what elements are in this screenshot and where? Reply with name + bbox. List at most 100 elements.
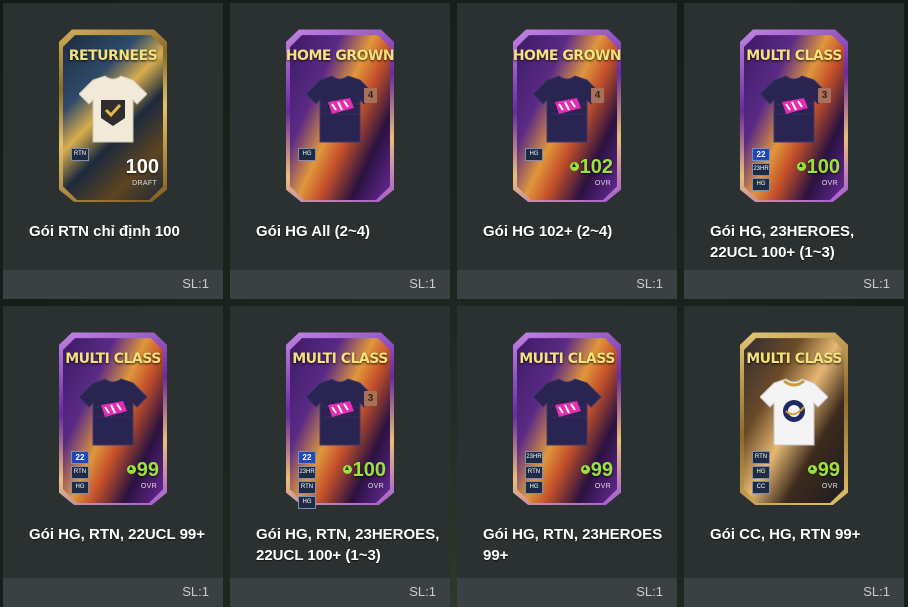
card-rating-sub: OVR [594, 483, 611, 490]
card-class-label: MULTI CLASS [746, 351, 842, 367]
card-tag: HG [71, 481, 89, 494]
card-shirt [759, 377, 829, 447]
pack-quantity: SL:1 [636, 276, 663, 291]
card-rating: 100 [796, 156, 840, 179]
pack-footer: SL:1 [230, 270, 450, 299]
pack-card[interactable]: MULTI CLASS 3 22 23HR HG 100 OVR [738, 26, 850, 202]
shirt-icon [78, 75, 148, 143]
pack-tile[interactable]: MULTI CLASS 3 22 23HR RTN HG 100 OVR Gói HG… [230, 306, 450, 607]
card-shirt [532, 377, 602, 447]
card-tags: RTN [71, 148, 91, 163]
card-shirt [305, 377, 375, 447]
pack-grid: RETURNEES RTN 100 DRAFT Gói RTN chỉ định… [0, 0, 908, 607]
shirt-icon [78, 378, 148, 446]
card-tags: HG [298, 148, 318, 163]
pack-title: Gói RTN chỉ định 100 [29, 223, 180, 240]
pack-footer: SL:1 [684, 270, 904, 299]
pack-card[interactable]: MULTI CLASS 3 22 23HR RTN HG 100 OVR [284, 329, 396, 509]
card-tag: 22 [298, 451, 316, 464]
card-class-label: MULTI CLASS [65, 351, 161, 367]
card-tag: 23HR [525, 451, 543, 464]
card-class-label: HOME GROWN [285, 48, 395, 64]
pack-quantity: SL:1 [863, 584, 890, 599]
card-rating-sub: OVR [367, 483, 384, 490]
pack-quantity: SL:1 [636, 584, 663, 599]
pack-footer: SL:1 [457, 578, 677, 607]
card-rating-value: 99 [136, 459, 159, 481]
pack-footer: SL:1 [230, 578, 450, 607]
pack-tile[interactable]: HOME GROWN 4 HG Gói HG All (2~4) SL:1 [230, 3, 450, 299]
pack-card[interactable]: MULTI CLASS RTN HG CC 99 OVR [738, 329, 850, 505]
pack-tile[interactable]: RETURNEES RTN 100 DRAFT Gói RTN chỉ định… [3, 3, 223, 299]
pack-quantity: SL:1 [182, 584, 209, 599]
card-tag: RTN [525, 466, 543, 479]
up-arrow-icon [580, 465, 590, 474]
pack-footer: SL:1 [684, 578, 904, 607]
pack-tile[interactable]: MULTI CLASS 23HR RTN HG 99 OVR Gói HG, RTN… [457, 306, 677, 607]
card-rating-sub: OVR [821, 180, 838, 187]
card-rating: 100 [126, 156, 159, 179]
card-tag: HG [298, 496, 316, 509]
card-shirt [78, 377, 148, 447]
card-tag: HG [525, 481, 543, 494]
card-class-label: MULTI CLASS [746, 48, 842, 64]
pack-card[interactable]: HOME GROWN 4 HG 102 OVR [511, 26, 623, 202]
pack-footer: SL:1 [3, 578, 223, 607]
card-rating-value: 100 [352, 459, 386, 481]
card-rating-sub: DRAFT [132, 180, 157, 187]
card-tags: RTN HG CC [752, 451, 772, 496]
card-rating-value: 102 [579, 156, 613, 178]
shirt-icon [759, 378, 829, 446]
card-tag: HG [298, 148, 316, 161]
shirt-icon [532, 378, 602, 446]
card-rating-sub: OVR [594, 180, 611, 187]
pack-card[interactable]: HOME GROWN 4 HG [284, 26, 396, 202]
card-tags: 22 RTN HG [71, 451, 91, 496]
pack-card[interactable]: MULTI CLASS 22 RTN HG 99 OVR [57, 329, 169, 505]
card-tag: CC [752, 481, 770, 494]
card-tag: RTN [752, 451, 770, 464]
card-tag: RTN [71, 148, 89, 161]
card-shirt [759, 74, 829, 144]
card-level-badge: 3 [818, 88, 831, 103]
card-tags: HG [525, 148, 545, 163]
card-rating-value: 99 [817, 459, 840, 481]
up-arrow-icon [796, 162, 806, 171]
card-rating: 99 [807, 459, 840, 482]
card-level-badge: 4 [591, 88, 604, 103]
up-arrow-icon [569, 162, 579, 171]
pack-tile[interactable]: HOME GROWN 4 HG 102 OVR Gói HG 102+ (2~4… [457, 3, 677, 299]
card-shirt [532, 74, 602, 144]
card-rating-sub: OVR [140, 483, 157, 490]
pack-title: Gói HG, 23HEROES, 22UCL 100+ (1~3) [710, 223, 855, 261]
shirt-icon [305, 75, 375, 143]
pack-tile[interactable]: MULTI CLASS RTN HG CC 99 OVR Gói CC, HG, R… [684, 306, 904, 607]
card-rating-value: 99 [590, 459, 613, 481]
pack-card[interactable]: RETURNEES RTN 100 DRAFT [57, 26, 169, 202]
card-tag: HG [752, 466, 770, 479]
up-arrow-icon [807, 465, 817, 474]
pack-quantity: SL:1 [409, 276, 436, 291]
shirt-icon [532, 75, 602, 143]
pack-title: Gói HG, RTN, 22UCL 99+ [29, 526, 206, 543]
card-rating: 102 [569, 156, 613, 179]
card-tag: RTN [298, 481, 316, 494]
pack-quantity: SL:1 [863, 276, 890, 291]
card-rating: 99 [580, 459, 613, 482]
up-arrow-icon [126, 465, 136, 474]
card-class-label: HOME GROWN [512, 48, 622, 64]
card-rating-sub: OVR [821, 483, 838, 490]
up-arrow-icon [342, 465, 352, 474]
pack-tile[interactable]: MULTI CLASS 3 22 23HR HG 100 OVR Gói HG, 2… [684, 3, 904, 299]
card-tags: 23HR RTN HG [525, 451, 545, 496]
card-rating-value: 100 [125, 156, 159, 178]
pack-tile[interactable]: MULTI CLASS 22 RTN HG 99 OVR Gói HG, RTN, … [3, 306, 223, 607]
card-tag: 22 [71, 451, 89, 464]
card-shirt [78, 74, 148, 144]
pack-card[interactable]: MULTI CLASS 23HR RTN HG 99 OVR [511, 329, 623, 505]
card-rating: 99 [126, 459, 159, 482]
card-tag: 23HR [752, 163, 770, 176]
card-rating: 100 [342, 459, 386, 482]
pack-footer: SL:1 [3, 270, 223, 299]
card-rating-value: 100 [806, 156, 840, 178]
